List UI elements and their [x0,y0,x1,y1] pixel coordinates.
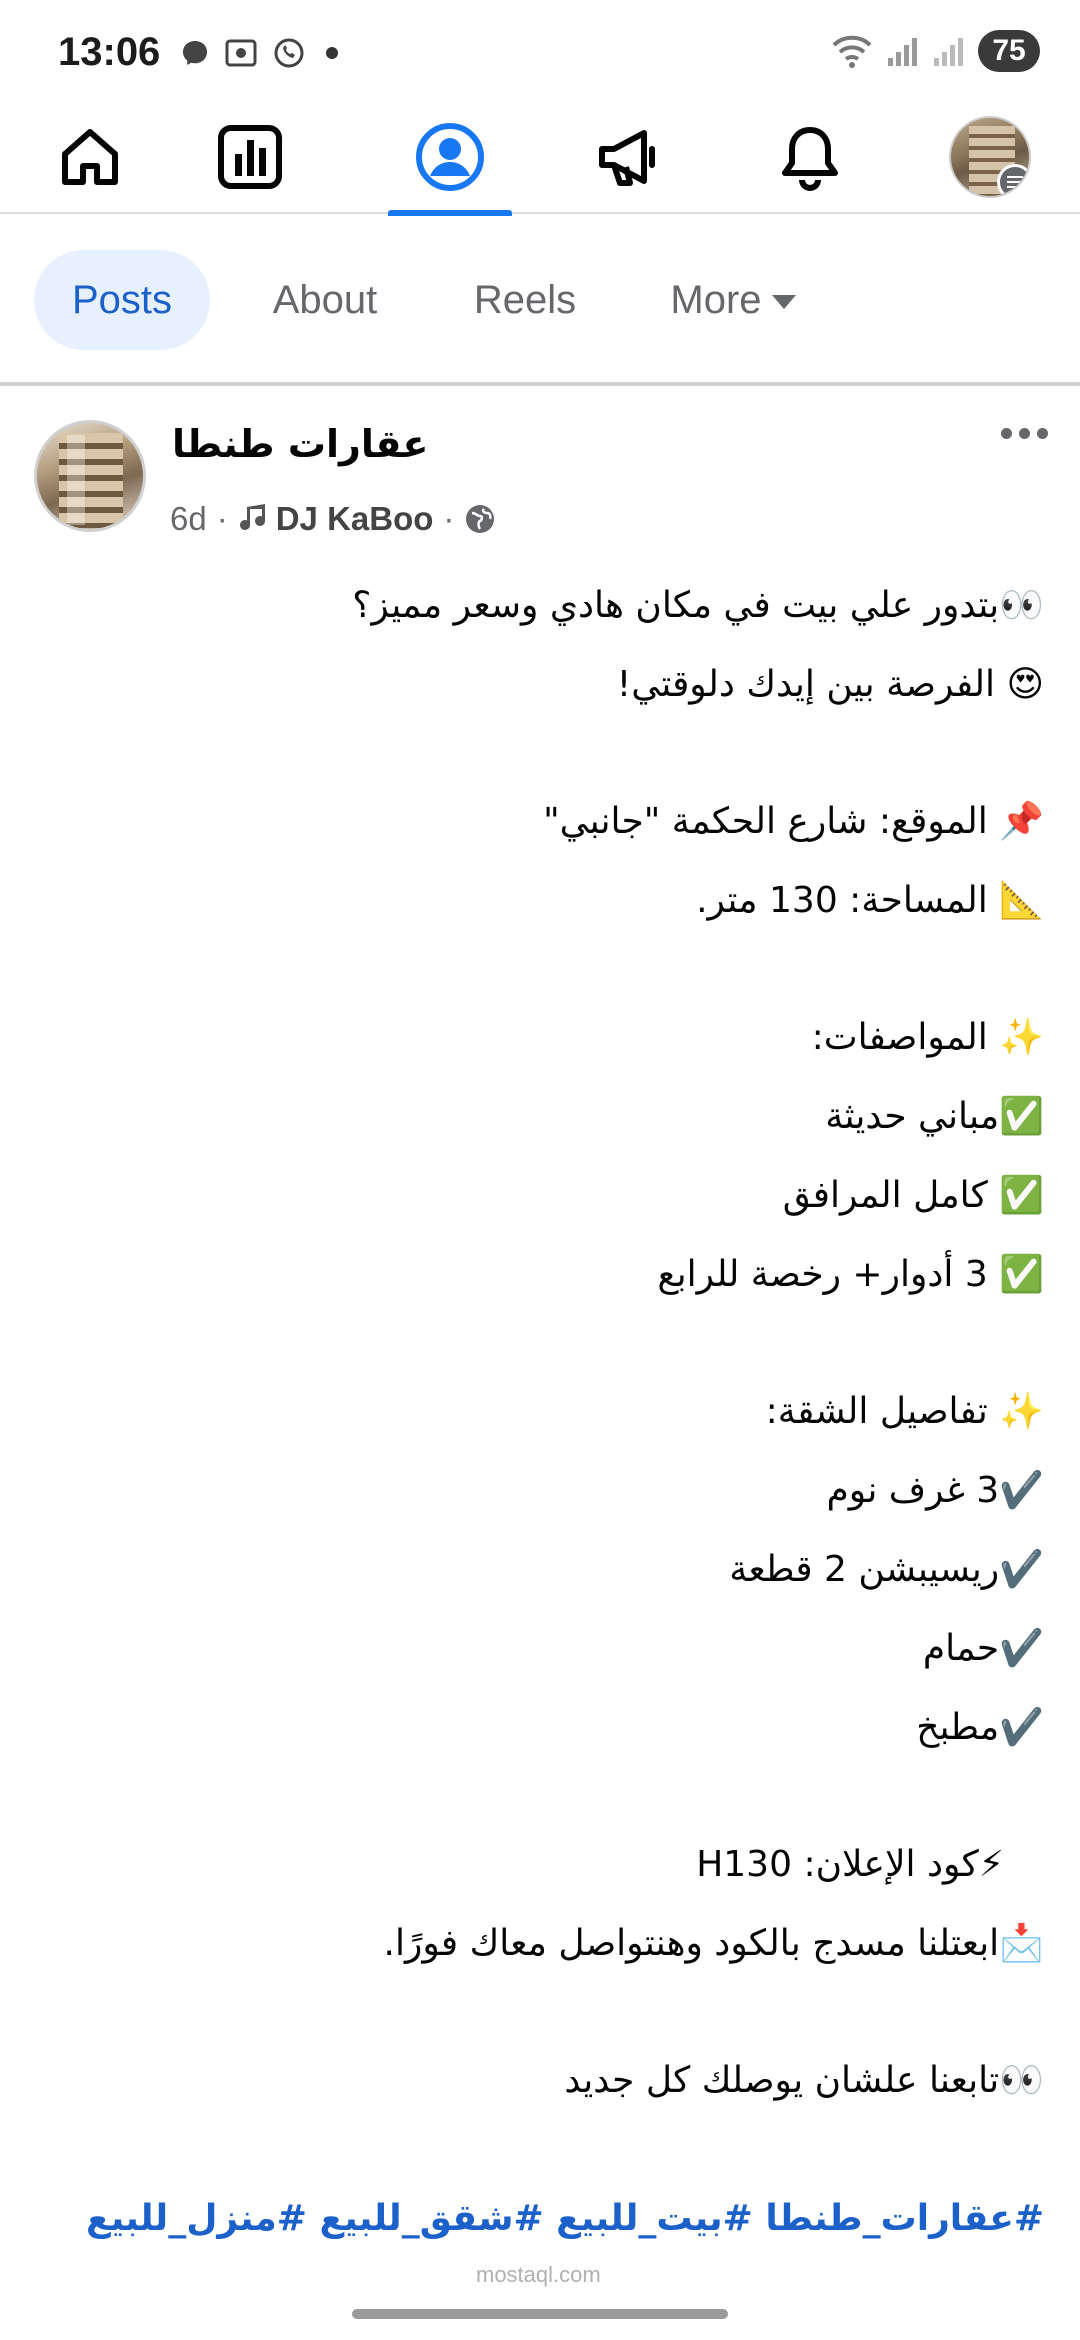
bell-icon [782,127,838,191]
top-navigation [0,100,1080,216]
nav-menu[interactable] [930,100,1050,214]
post-line: ✔️3 غرف نوم [826,1470,1044,1511]
home-indicator[interactable] [352,2309,728,2319]
menu-avatar [949,116,1031,198]
post-line: ✔️ريسيبشن 2 قطعة [729,1549,1044,1590]
post-hashtags[interactable]: #عقارات_طنطا #بيت_للبيع #شقق_للبيع #منزل… [86,2198,1044,2239]
separator-dot: · [216,500,228,537]
post-line: 👀بتدور علي بيت في مكان هادي وسعر مميز؟ [352,585,1044,626]
music-note-icon [239,504,265,530]
tab-posts[interactable]: Posts [34,250,210,350]
wifi-icon [832,35,872,68]
messenger-icon [183,41,207,65]
tab-reels[interactable]: Reels [440,250,610,350]
post-line: 📌 الموقع: شارع الحكمة "جانبي" [543,801,1044,842]
avatar-menu-icon [997,164,1029,196]
profile-icon [416,123,484,191]
post-options-icon[interactable] [1001,428,1048,439]
separator-dot-2: · [443,500,455,537]
music-attribution[interactable]: DJ KaBoo [238,500,434,538]
nav-profile[interactable] [388,100,512,216]
status-time: 13:06 [58,30,161,74]
watermark-text: mostaql.com [476,2262,601,2287]
tab-more[interactable]: More [648,250,818,350]
tab-more-label: More [670,277,762,322]
post-line: ⚡كود الإعلان: H130 [696,1844,1004,1885]
post-line: 😍 الفرصة بين إيدك دلوقتي! [616,664,1044,705]
nav-home[interactable] [30,100,150,214]
bar-chart-icon [218,125,282,189]
post-time[interactable]: 6d [170,500,207,538]
post-line: ✅مباني حديثة [825,1096,1044,1137]
post-line: ✨ المواصفات: [811,1017,1044,1058]
nav-notifications[interactable] [750,100,870,214]
profile-tabs: Posts About Reels More [0,216,1080,386]
home-icon [62,129,118,185]
notification-icons [180,36,338,70]
post-line: ✅ كامل المرافق [782,1175,1044,1216]
signal-icon-2 [934,38,963,66]
globe-icon [466,505,495,533]
nav-ads[interactable] [570,100,690,214]
music-name: DJ KaBoo [275,500,434,537]
status-bar: 13:06 75 [0,0,1080,100]
post-text: 👀بتدور علي بيت في مكان هادي وسعر مميز؟ 😍… [44,566,1044,2120]
caret-down-icon [771,295,796,309]
post-line: ✔️مطبخ [916,1707,1044,1748]
more-notifications-dot [326,47,338,59]
tab-about[interactable]: About [240,250,410,350]
post-line: ✔️حمام [922,1628,1044,1669]
battery-indicator: 75 [978,30,1040,72]
signal-icon [888,38,917,66]
post-line: ✅ 3 أدوار+ رخصة للرابع [657,1254,1044,1295]
system-icons: 75 [830,30,1040,72]
post-line: 📩ابعتلنا مسدج بالكود وهنتواصل معاك فورًا… [383,1923,1045,1964]
megaphone-icon [599,130,655,186]
post-line: ✨ تفاصيل الشقة: [765,1391,1044,1432]
post-meta: 6d · DJ KaBoo · [170,500,496,538]
post-line: 📐 المساحة: 130 متر. [696,880,1044,921]
page-name[interactable]: عقارات طنطا [172,422,428,466]
post-line: 👀تابعنا علشان يوصلك كل جديد [564,2060,1044,2101]
whatsapp-icon [274,38,304,68]
page-avatar[interactable] [34,420,146,532]
screenshot-icon [225,39,257,67]
nav-dashboard[interactable] [190,100,310,214]
